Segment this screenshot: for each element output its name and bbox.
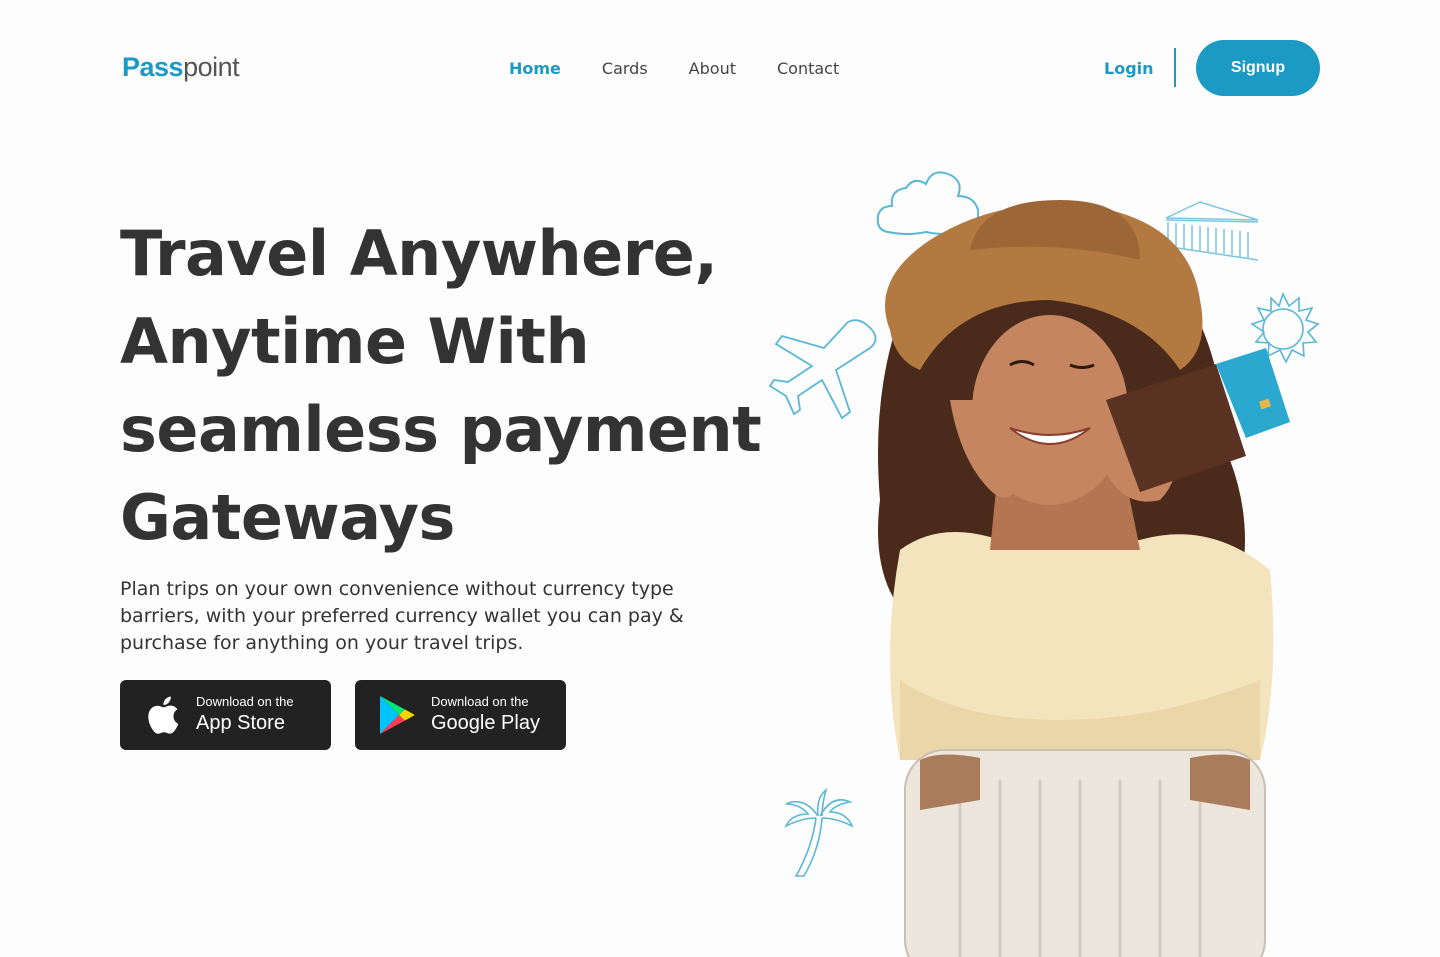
hero-title-line: Anytime With (120, 305, 590, 378)
google-play-label: Google Play (431, 712, 540, 734)
hero-title-line: seamless payment (120, 393, 762, 466)
main-nav: Home Cards About Contact (509, 59, 839, 78)
brand-logo[interactable]: Passpoint (122, 52, 240, 83)
hero-woman-illustration (878, 200, 1290, 957)
google-play-caption: Download on the (431, 694, 529, 709)
nav-contact[interactable]: Contact (777, 59, 839, 78)
nav-cards[interactable]: Cards (602, 59, 648, 78)
app-store-text: Download on the App Store (196, 694, 294, 736)
logo-part-pass: Pass (122, 52, 184, 82)
app-store-label: App Store (196, 712, 285, 734)
logo-part-point: point (183, 52, 240, 82)
google-play-text: Download on the Google Play (431, 694, 540, 736)
google-play-button[interactable]: Download on the Google Play (355, 680, 566, 750)
hero-title-line: Travel Anywhere, (120, 217, 718, 290)
nav-about[interactable]: About (689, 59, 736, 78)
hero-title: Travel Anywhere, Anytime With seamless p… (120, 210, 780, 562)
apple-icon (142, 695, 182, 735)
signup-button[interactable]: Signup (1196, 40, 1320, 96)
google-play-icon (377, 695, 417, 735)
hero-description: Plan trips on your own convenience witho… (120, 578, 684, 654)
nav-home[interactable]: Home (509, 59, 561, 78)
login-link[interactable]: Login (1104, 59, 1154, 78)
app-store-button[interactable]: Download on the App Store (120, 680, 331, 750)
app-store-caption: Download on the (196, 694, 294, 709)
header-divider (1174, 48, 1176, 87)
hero-title-line: Gateways (120, 481, 455, 554)
